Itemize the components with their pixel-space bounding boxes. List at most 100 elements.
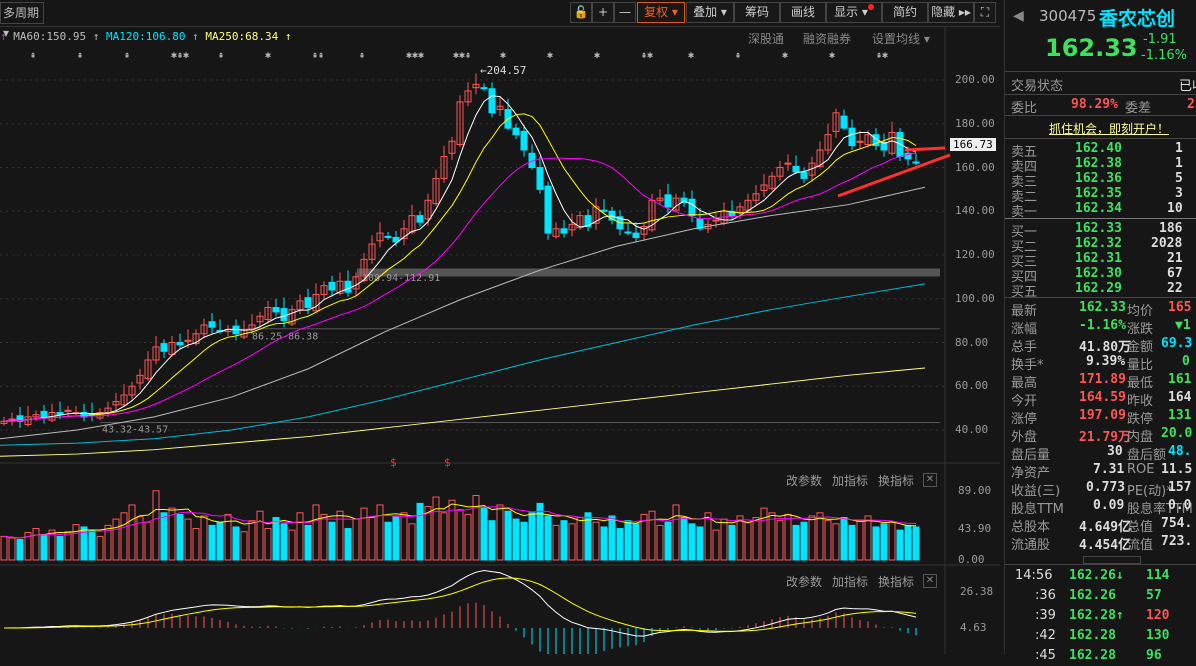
stat-row: 外盘 21.79万 内盘 20.0 [1011,426,1196,445]
volume-bar [568,523,576,561]
macd-axis-label: 4.63 [960,621,987,634]
candle-down [280,308,288,322]
candle-down [912,161,920,164]
volume-bar [592,521,600,561]
stat-row: 涨幅 -1.16% 涨跌 ▼1 [1011,318,1196,337]
volume-bar [512,518,520,561]
ask-volume: 5 [1175,171,1183,186]
volume-bar [16,539,24,561]
candle-down [544,185,552,234]
signal-marker: ⇞ [124,50,130,61]
signal-marker: ✱ [265,50,271,61]
stat-value: 162.33 [1079,300,1126,315]
volume-bar [704,512,712,561]
volume-bar [120,512,128,561]
signal-marker: ⇞ [735,50,741,61]
volume-bar [472,495,480,561]
volume-bar [680,517,688,561]
volume-bar [416,502,424,561]
stat-value: 164.59 [1079,390,1126,405]
candle-down [624,231,632,234]
stat-value: 131 [1168,408,1192,423]
vol-add-indicator[interactable]: 加指标 [832,472,868,489]
signal-marker: ⇞ [30,50,36,61]
candle-down [520,130,528,151]
ask-price: 162.36 [1075,171,1122,186]
vol-ma10-line [3,506,917,539]
macd-close-button[interactable]: ✕ [923,574,937,588]
stat-label: 总值 [1127,520,1154,535]
macd-switch-indicator[interactable]: 换指标 [878,573,914,590]
volume-bar [824,520,832,561]
price-axis-label: 120.00 [955,248,995,261]
stat-value: 20.0 [1161,426,1193,441]
tick-price: 162.26 [1069,588,1116,603]
candle-down [208,321,216,328]
range-band [357,268,940,277]
candle-down [160,343,168,352]
stat-row: 涨停 197.09 跌停 131 [1011,408,1196,427]
buy-signal-icon: $ [444,456,451,469]
macd-change-param[interactable]: 改参数 [786,573,822,590]
volume-bar [552,524,560,561]
expand-handle[interactable] [1083,556,1141,564]
peak-label: ←204.57 [480,64,526,77]
volume-bar [720,518,728,561]
volume-bar [152,490,160,561]
tick-row: :36 162.26 57 [1011,588,1196,606]
collapse-arrow-icon[interactable]: ◀ [1013,8,1024,24]
stat-label: ROE [1127,462,1155,477]
stock-name: 香农芯创 [1099,8,1176,30]
volume-bar [88,529,96,561]
volume-bar [712,529,720,561]
vol-close-button[interactable]: ✕ [923,473,937,487]
stat-row: 最高 171.89 最低 161 [1011,372,1196,391]
stat-row: 盘后量 30 盘后额 48. [1011,444,1196,463]
ask-volume: 1 [1175,156,1183,171]
candle-down [792,165,800,173]
price-axis-label: 200.00 [955,73,995,86]
volume-bar [496,504,504,561]
signal-marker: ✱ [688,50,694,61]
signal-marker: ⇞✱ [641,50,653,61]
volume-bar [880,523,888,561]
bid-price: 162.30 [1075,266,1122,281]
candle-down [488,88,496,114]
tick-time: :45 [1035,648,1056,663]
volume-bar [608,515,616,561]
macd-add-indicator[interactable]: 加指标 [832,573,868,590]
volume-bar [352,518,360,561]
stat-row: 总手 41.80万 金额 69.3 [1011,336,1196,355]
stat-row: 最新 162.33 均价 165 [1011,300,1196,319]
vol-switch-indicator[interactable]: 换指标 [878,472,914,489]
vol-change-param[interactable]: 改参数 [786,472,822,489]
kline-chart[interactable]: 108.94-112.9186.25-86.3843.32-43.57←204.… [0,0,1000,654]
bid-price: 162.31 [1075,251,1122,266]
stat-value: 0.773 [1086,480,1126,495]
volume-bar [528,512,536,561]
volume-axis-label: 89.00 [958,484,992,497]
price-axis-label: 60.00 [955,379,989,393]
candle-down [176,342,184,346]
volume-bar [128,504,136,561]
price-axis-label: 180.00 [955,116,995,130]
volume-bar [176,513,184,561]
stat-label: 盘后量 [1011,448,1051,463]
volume-bar [504,510,512,561]
volume-bar [264,528,272,561]
candle-down [840,115,848,129]
open-account-link[interactable]: 抓住机会，即刻开户！ [1049,120,1169,137]
volume-bar [752,517,760,561]
volume-bar [256,510,264,561]
tick-volume: 96 [1146,648,1162,663]
stat-label: 股息TTM [1011,502,1064,517]
volume-bar [32,528,40,561]
signal-marker: ✱⇞✱ [171,50,189,61]
stat-row: 今开 164.59 昨收 164 [1011,390,1196,409]
candle-down [632,232,640,238]
stat-value: 754. [1161,516,1193,531]
stat-value: 4.454亿 [1079,538,1132,553]
volume-bar [664,521,672,561]
volume-bar [792,524,800,561]
signal-marker: ⇞✱ [876,50,888,61]
